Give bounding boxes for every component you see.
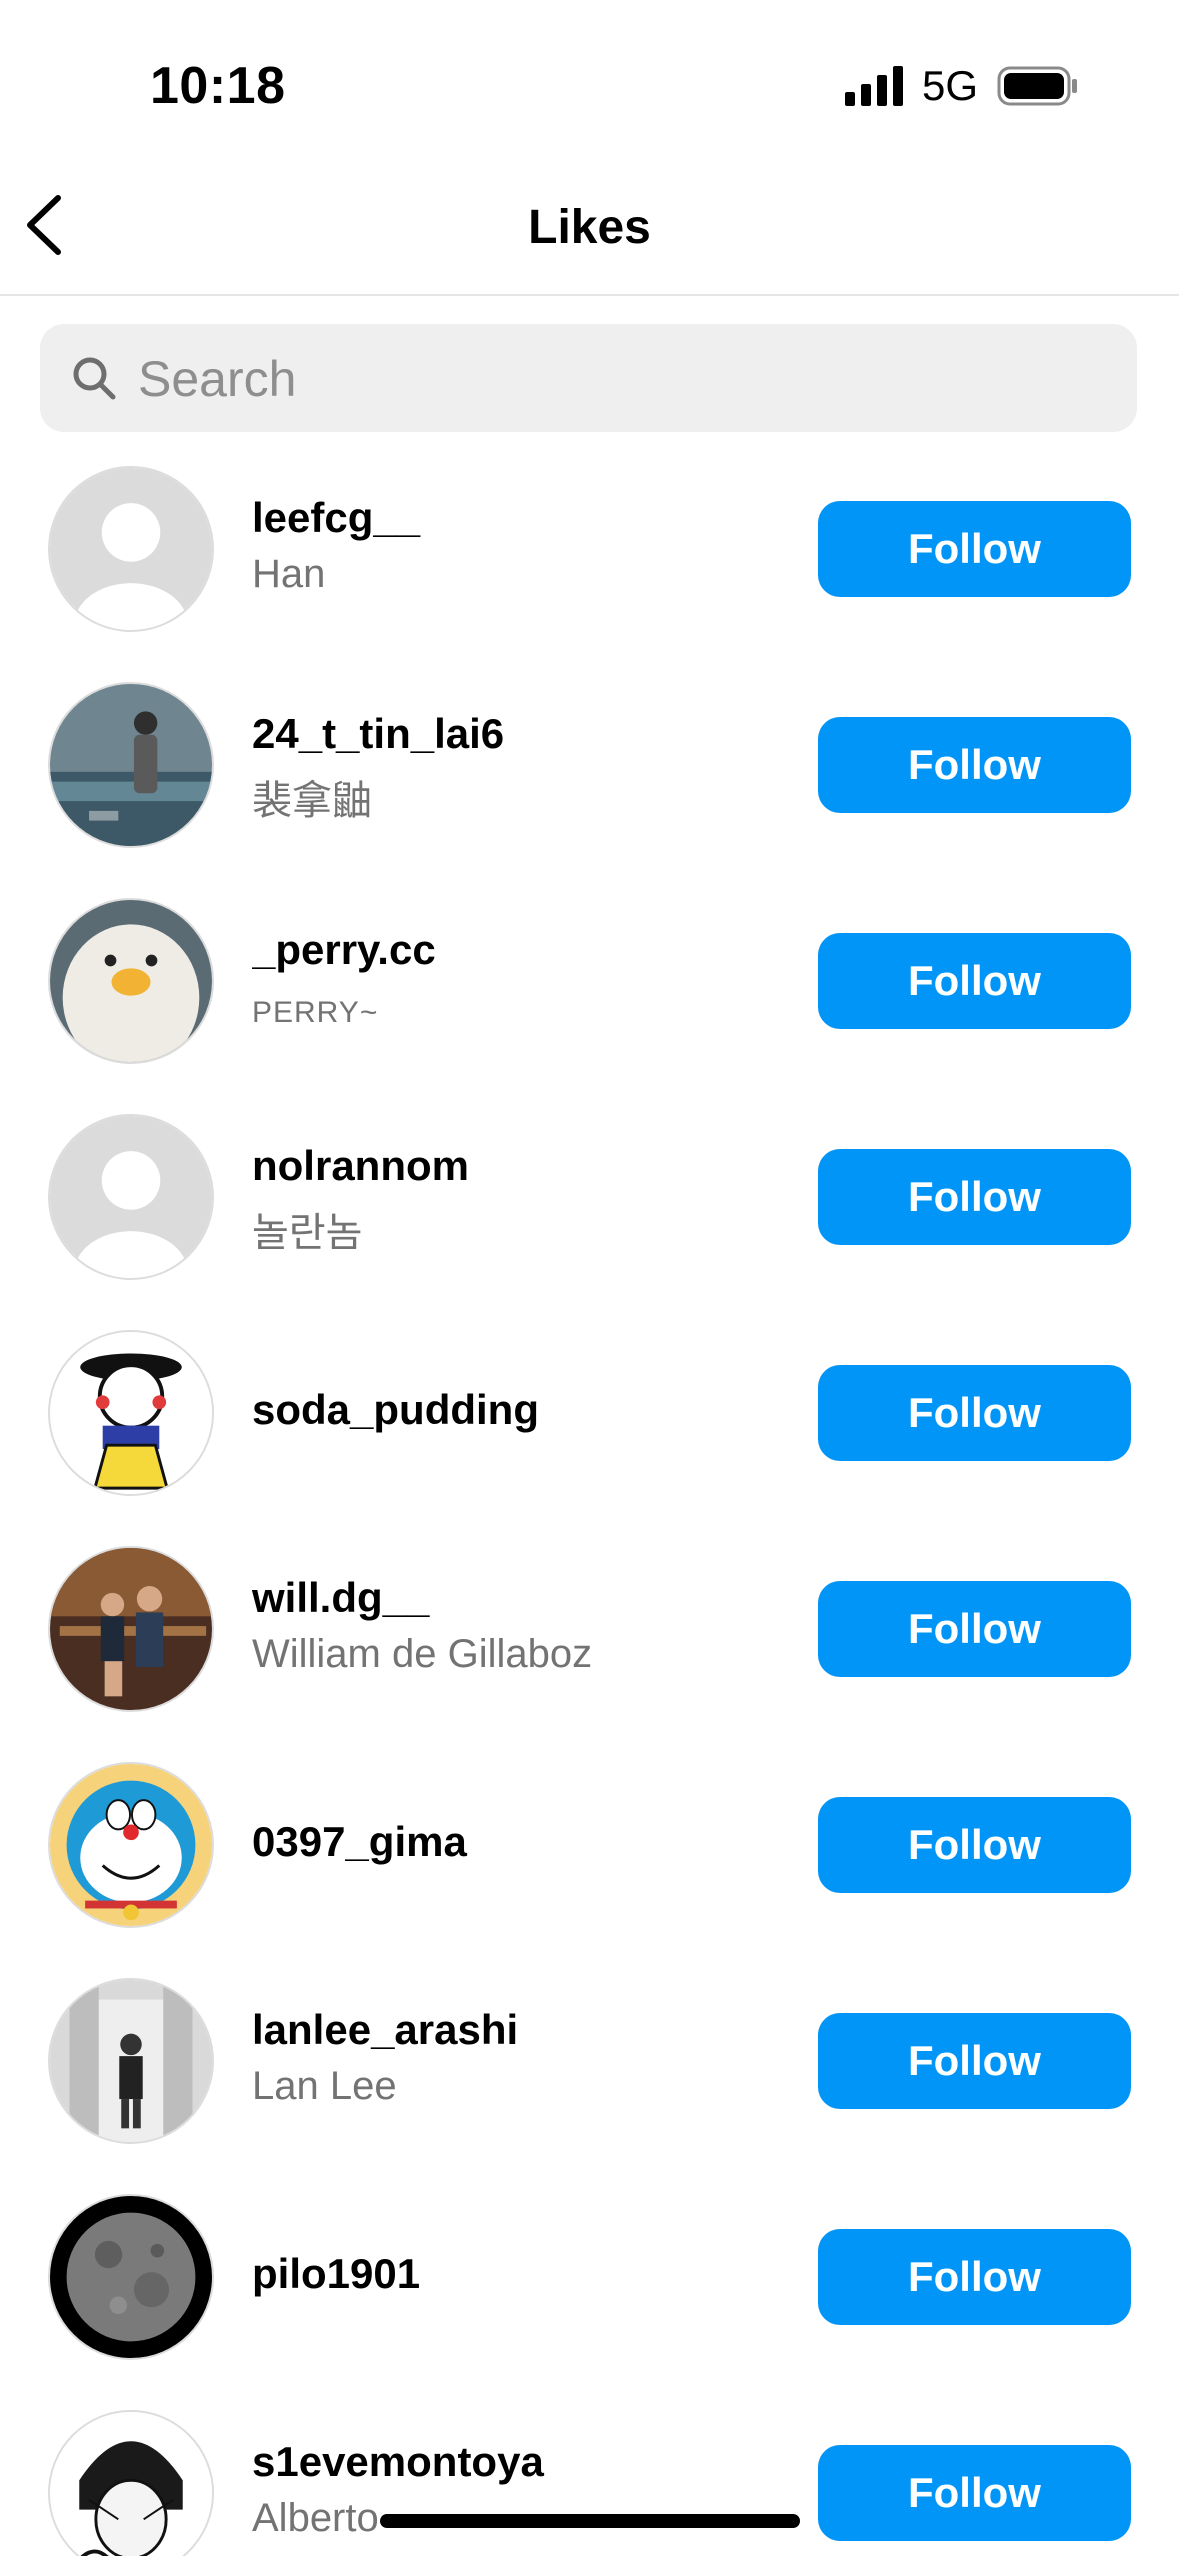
list-item[interactable]: 0397_gima Follow [0, 1762, 1179, 1978]
doraemon-icon [50, 1764, 212, 1926]
avatar[interactable] [48, 898, 214, 1064]
avatar[interactable] [48, 682, 214, 848]
full-name: William de Gillaboz [252, 1632, 593, 1676]
cartoon-character-icon [50, 1332, 212, 1494]
list-item[interactable]: _perry.cc PERRY~ Follow [0, 898, 1179, 1114]
home-indicator[interactable] [380, 2514, 800, 2528]
follow-button[interactable]: Follow [818, 501, 1131, 597]
avatar[interactable] [48, 1546, 214, 1712]
user-text: 0397_gima [252, 1818, 792, 1866]
username[interactable]: lanlee_arashi [252, 2006, 792, 2054]
username[interactable]: soda_pudding [252, 1386, 792, 1434]
user-text: soda_pudding [252, 1386, 792, 1434]
username[interactable]: pilo1901 [252, 2250, 792, 2298]
manga-drawing-icon [50, 2412, 212, 2556]
list-item[interactable]: lanlee_arashi Lan Lee Follow [0, 1978, 1179, 2194]
likes-screen: 10:18 5G Likes Search leefcg__ Han Follo… [0, 0, 1179, 2556]
avatar[interactable] [48, 1762, 214, 1928]
list-item[interactable]: soda_pudding Follow [0, 1330, 1179, 1546]
full-name: 놀란놈 [252, 1211, 363, 1255]
full-name: Lan Lee [252, 2064, 397, 2108]
default-avatar-icon [50, 1116, 212, 1278]
avatar[interactable] [48, 1978, 214, 2144]
list-item[interactable]: will.dg__ William de Gillaboz Follow [0, 1546, 1179, 1762]
user-text: leefcg__ Han [252, 494, 792, 597]
photo-avatar-icon [50, 1548, 212, 1710]
follow-button[interactable]: Follow [818, 1365, 1131, 1461]
list-item[interactable]: pilo1901 Follow [0, 2194, 1179, 2410]
list-item[interactable]: leefcg__ Han Follow [0, 466, 1179, 682]
username[interactable]: 0397_gima [252, 1818, 792, 1866]
likes-list: leefcg__ Han Follow 24_t_tin_lai6 裴拿鼬 Fo… [0, 0, 1179, 2556]
follow-button[interactable]: Follow [818, 2229, 1131, 2325]
follow-button[interactable]: Follow [818, 1797, 1131, 1893]
user-text: pilo1901 [252, 2250, 792, 2298]
avatar[interactable] [48, 1330, 214, 1496]
username[interactable]: s1evemontoya [252, 2438, 792, 2486]
follow-button[interactable]: Follow [818, 1149, 1131, 1245]
photo-avatar-icon [50, 1980, 212, 2142]
plush-duck-icon [50, 900, 212, 1062]
user-text: will.dg__ William de Gillaboz [252, 1574, 792, 1677]
user-text: _perry.cc PERRY~ [252, 926, 792, 1030]
follow-button[interactable]: Follow [818, 2013, 1131, 2109]
photo-avatar-icon [50, 684, 212, 846]
avatar[interactable] [48, 2410, 214, 2556]
default-avatar-icon [50, 468, 212, 630]
username[interactable]: nolrannom [252, 1142, 792, 1190]
moon-icon [50, 2196, 212, 2358]
list-item[interactable]: nolrannom 놀란놈 Follow [0, 1114, 1179, 1330]
user-text: nolrannom 놀란놈 [252, 1142, 792, 1258]
username[interactable]: _perry.cc [252, 926, 792, 974]
user-text: lanlee_arashi Lan Lee [252, 2006, 792, 2109]
user-text: 24_t_tin_lai6 裴拿鼬 [252, 710, 792, 826]
follow-button[interactable]: Follow [818, 717, 1131, 813]
full-name: 裴拿鼬 [252, 779, 372, 823]
avatar[interactable] [48, 466, 214, 632]
username[interactable]: will.dg__ [252, 1574, 792, 1622]
list-item[interactable]: 24_t_tin_lai6 裴拿鼬 Follow [0, 682, 1179, 898]
list-item[interactable]: s1evemontoya Alberto Follow [0, 2410, 1179, 2556]
avatar[interactable] [48, 1114, 214, 1280]
username[interactable]: leefcg__ [252, 494, 792, 542]
full-name: PERRY~ [252, 996, 379, 1029]
follow-button[interactable]: Follow [818, 1581, 1131, 1677]
avatar[interactable] [48, 2194, 214, 2360]
username[interactable]: 24_t_tin_lai6 [252, 710, 792, 758]
follow-button[interactable]: Follow [818, 933, 1131, 1029]
full-name: Han [252, 552, 326, 596]
follow-button[interactable]: Follow [818, 2445, 1131, 2541]
